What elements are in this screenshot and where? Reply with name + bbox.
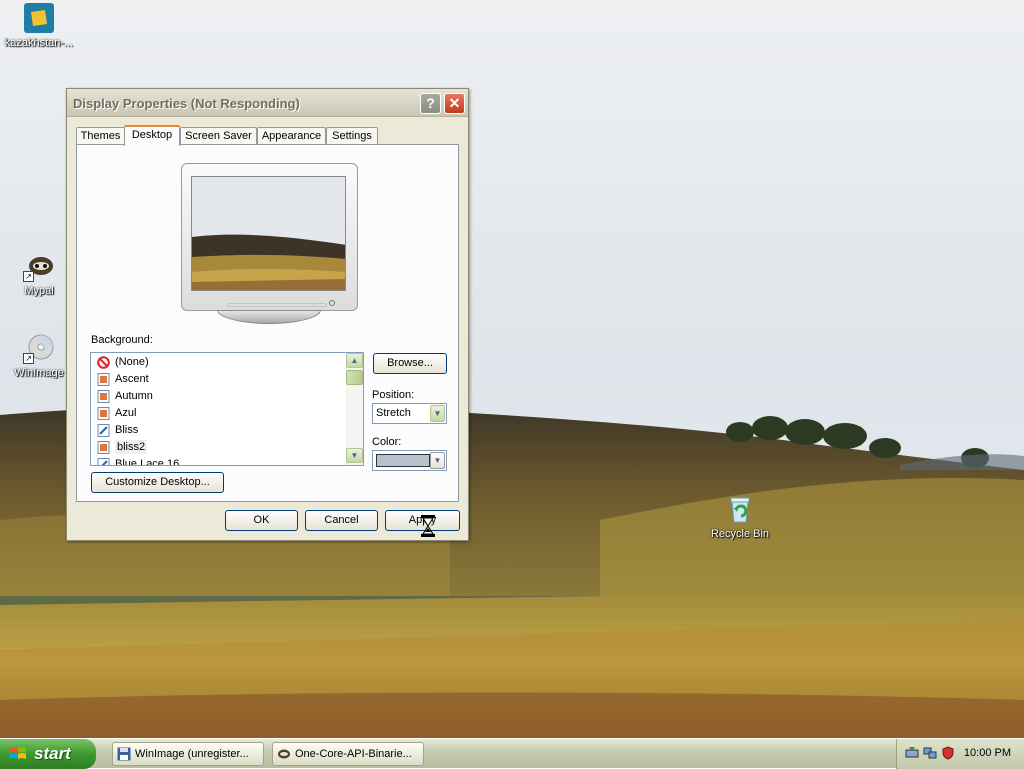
- desktop-icon-kazakhstan[interactable]: kazakhstan-...: [1, 2, 77, 49]
- scroll-up-arrow-icon[interactable]: ▲: [346, 353, 363, 368]
- list-item[interactable]: Ascent: [95, 371, 149, 388]
- windows-logo-icon: [9, 747, 26, 759]
- hourglass-cursor-icon: [421, 515, 435, 537]
- position-label: Position:: [372, 389, 415, 401]
- image-file-icon: [97, 441, 110, 454]
- dropdown-arrow-icon[interactable]: ▼: [430, 405, 445, 422]
- cancel-button[interactable]: Cancel: [305, 510, 378, 531]
- position-select[interactable]: Stretch ▼: [372, 403, 447, 424]
- taskbar-item-label: WinImage (unregister...: [135, 748, 249, 760]
- monitor-stand: [217, 310, 321, 324]
- window-title: Display Properties (Not Responding): [73, 96, 300, 111]
- list-item[interactable]: Blue Lace 16: [95, 456, 180, 466]
- list-item-label: Blue Lace 16: [115, 458, 180, 466]
- taskbar-item-label: One-Core-API-Binarie...: [295, 748, 412, 760]
- list-item[interactable]: Bliss: [95, 422, 138, 439]
- wallpaper-preview-image: [192, 177, 345, 290]
- display-properties-window: Display Properties (Not Responding) ? ✕ …: [66, 88, 469, 541]
- background-listbox[interactable]: (None) Ascent Autumn Azul Bliss bliss2 B…: [90, 352, 364, 466]
- color-label: Color:: [372, 436, 402, 448]
- list-item[interactable]: (None): [95, 354, 149, 371]
- floppy-disk-icon: [117, 747, 131, 761]
- recycle-bin-icon: [724, 493, 756, 525]
- system-tray: 10:00 PM: [896, 739, 1024, 769]
- start-label: start: [34, 744, 71, 763]
- dropdown-arrow-icon[interactable]: ▼: [430, 452, 445, 469]
- help-button[interactable]: ?: [420, 93, 441, 114]
- none-icon: [97, 356, 110, 369]
- start-button[interactable]: start: [0, 739, 96, 769]
- color-swatch: [376, 454, 430, 467]
- bitmap-file-icon: [97, 458, 110, 465]
- list-item-label: Ascent: [115, 373, 149, 385]
- list-item[interactable]: Azul: [95, 405, 136, 422]
- taskbar-clock[interactable]: 10:00 PM: [964, 747, 1011, 759]
- list-item-label: Autumn: [115, 390, 153, 402]
- listbox-scrollbar[interactable]: ▲ ▼: [346, 353, 363, 465]
- window-titlebar[interactable]: Display Properties (Not Responding) ? ✕: [67, 89, 468, 117]
- security-shield-icon[interactable]: [941, 746, 955, 760]
- list-item[interactable]: Autumn: [95, 388, 153, 405]
- shortcut-arrow-icon: ↗: [23, 353, 34, 364]
- background-label: Background:: [91, 334, 153, 346]
- image-file-icon: [97, 407, 110, 420]
- list-item-label: Bliss: [115, 424, 139, 436]
- power-light-icon: [329, 300, 335, 306]
- color-picker-button[interactable]: ▼: [372, 450, 447, 471]
- list-item-label: (None): [115, 356, 149, 368]
- customize-desktop-button[interactable]: Customize Desktop...: [91, 472, 224, 493]
- mypal-icon: [278, 749, 290, 759]
- network-icon[interactable]: [923, 746, 937, 760]
- tab-desktop[interactable]: Desktop: [124, 125, 180, 146]
- browse-button[interactable]: Browse...: [373, 353, 447, 374]
- desktop-icon-label: Recycle Bin: [710, 528, 770, 540]
- monitor-slot: [227, 303, 327, 307]
- list-item-label: Azul: [115, 407, 137, 419]
- shortcut-arrow-icon: ↗: [23, 271, 34, 282]
- scrollbar-thumb[interactable]: [346, 370, 363, 385]
- kazakhstan-icon: [23, 2, 55, 34]
- list-item-label: bliss2: [115, 440, 148, 454]
- wallpaper-preview-screen: [191, 176, 346, 291]
- mypal-icon: ↗: [23, 250, 55, 282]
- desktop-tab-panel: Background: (None) Ascent Autumn Azul Bl…: [76, 144, 459, 502]
- safely-remove-hardware-icon[interactable]: [905, 746, 919, 760]
- taskbar: start WinImage (unregister... One-Core-A…: [0, 738, 1024, 769]
- ok-button[interactable]: OK: [225, 510, 298, 531]
- bitmap-file-icon: [97, 424, 110, 437]
- image-file-icon: [97, 390, 110, 403]
- desktop-icon-label: kazakhstan-...: [4, 37, 74, 49]
- monitor-preview: [181, 163, 358, 311]
- image-file-icon: [97, 373, 110, 386]
- desktop-icon-recycle-bin[interactable]: Recycle Bin: [702, 493, 778, 540]
- taskbar-item-one-core-api[interactable]: One-Core-API-Binarie...: [272, 742, 424, 766]
- list-item-selected[interactable]: bliss2: [95, 439, 148, 456]
- position-value: Stretch: [376, 407, 411, 419]
- winimage-icon: ↗: [23, 332, 55, 364]
- scroll-down-arrow-icon[interactable]: ▼: [346, 448, 363, 463]
- close-button[interactable]: ✕: [444, 93, 465, 114]
- taskbar-item-winimage[interactable]: WinImage (unregister...: [112, 742, 264, 766]
